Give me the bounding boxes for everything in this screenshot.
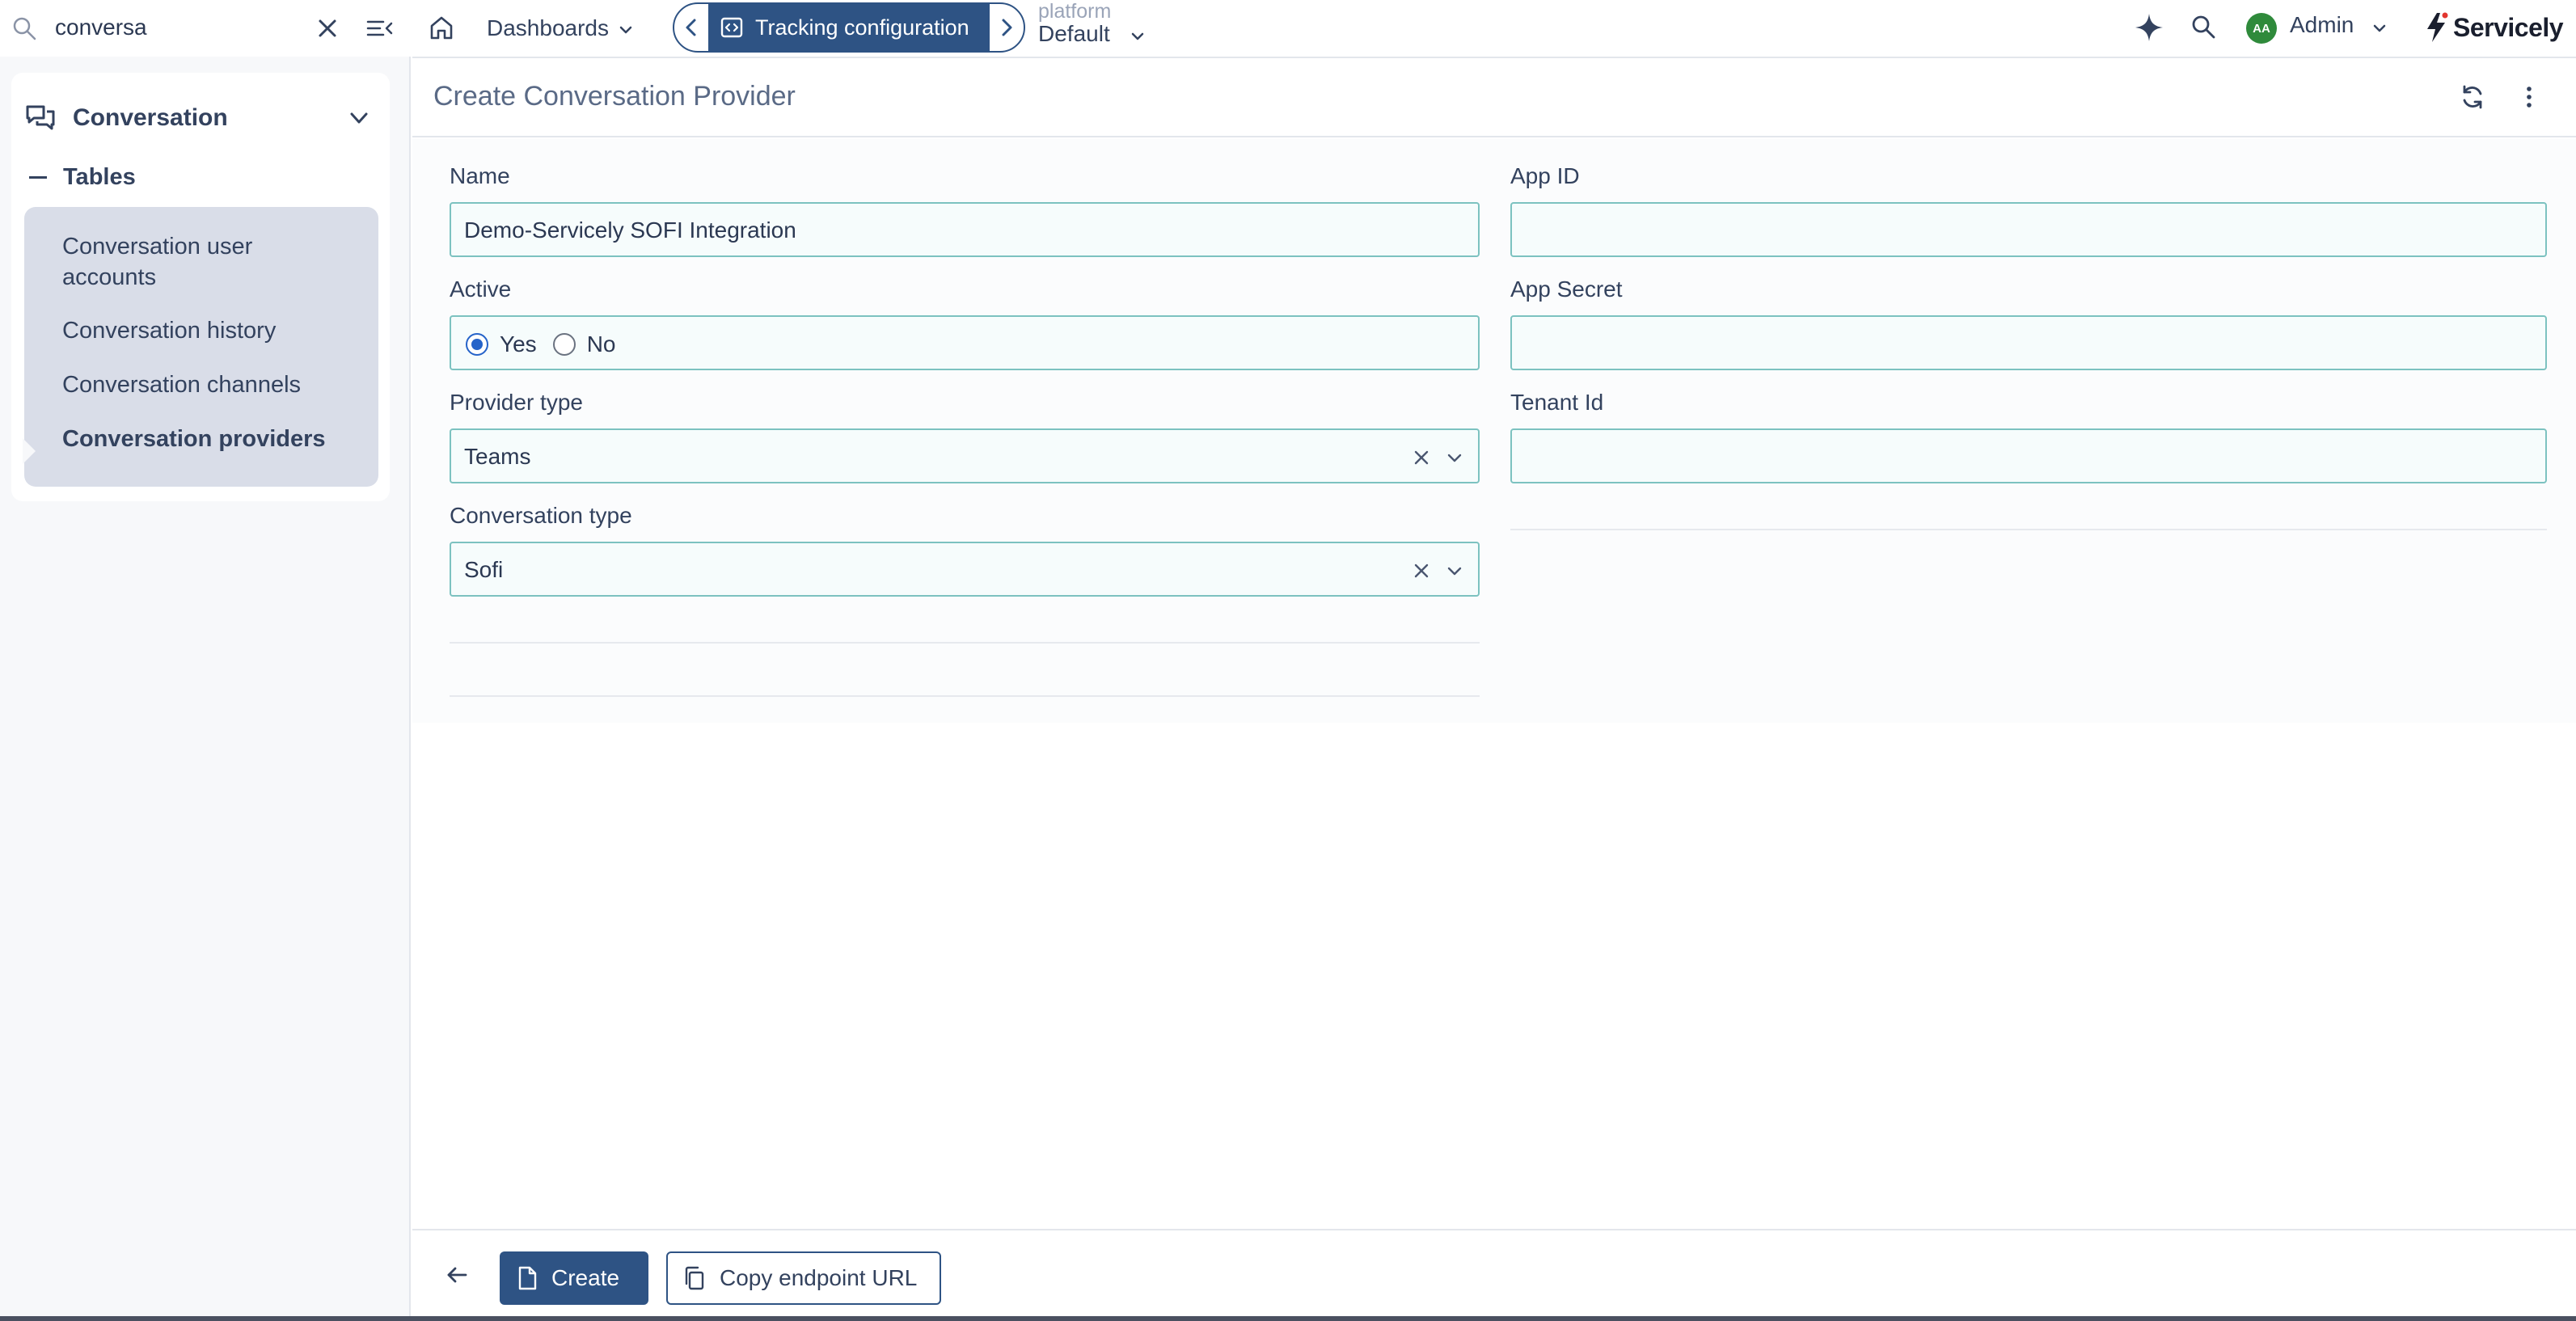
servicely-logo[interactable]: Servicely (2422, 10, 2564, 45)
create-button-label: Create (551, 1265, 620, 1290)
tracking-configuration-switcher: Tracking configuration (673, 2, 1025, 53)
sidebar-group-label: Conversation (73, 104, 228, 131)
collapse-menu-icon[interactable] (365, 15, 395, 42)
page-title: Create Conversation Provider (433, 81, 796, 112)
logo-mark-icon (2422, 11, 2450, 44)
platform-value: Default (1038, 21, 1110, 46)
close-icon[interactable] (1412, 561, 1431, 580)
active-item-marker (23, 438, 36, 464)
app-id-field[interactable] (1510, 202, 2547, 257)
app-id-label: App ID (1510, 163, 1580, 188)
sidebar-search-bar: conversa (0, 0, 411, 57)
close-icon[interactable] (314, 15, 341, 42)
dashboards-label: Dashboards (487, 15, 609, 40)
top-bar: Dashboards Tracking configuration platfo… (412, 0, 2576, 58)
refresh-icon[interactable] (2458, 82, 2487, 112)
chevron-left-icon[interactable] (679, 15, 703, 40)
provider-type-value: Teams (464, 444, 531, 469)
copy-endpoint-url-label: Copy endpoint URL (720, 1265, 918, 1290)
chat-icon (24, 102, 57, 134)
collapse-dash-icon (29, 175, 47, 179)
document-icon (516, 1266, 538, 1290)
tenant-id-label: Tenant Id (1510, 390, 1604, 415)
name-field[interactable]: Demo-Servicely SOFI Integration (450, 202, 1480, 257)
chevron-right-icon[interactable] (995, 15, 1019, 40)
sidebar-item-conversation-user-accounts[interactable]: Conversation user accounts (62, 231, 321, 293)
platform-label: platform (1038, 0, 1112, 23)
sidebar: conversa Conversation Tables Conversatio… (0, 0, 411, 1321)
chevron-down-icon[interactable] (2371, 19, 2388, 37)
create-button[interactable]: Create (500, 1251, 648, 1305)
copy-icon (682, 1266, 707, 1290)
search-icon (11, 15, 37, 41)
copy-endpoint-url-button[interactable]: Copy endpoint URL (666, 1251, 941, 1305)
sidebar-item-conversation-providers[interactable]: Conversation providers (62, 424, 326, 454)
sidebar-search-input[interactable]: conversa (55, 11, 147, 44)
section-divider (1510, 529, 2547, 530)
page-header: Create Conversation Provider (412, 58, 2576, 137)
sidebar-tables-header[interactable]: Tables (29, 157, 136, 197)
conversation-type-label: Conversation type (450, 503, 632, 528)
conversation-type-select[interactable]: Sofi (450, 542, 1480, 597)
arrow-left-icon[interactable] (443, 1261, 471, 1289)
avatar[interactable]: AA (2246, 13, 2277, 44)
sidebar-item-conversation-channels[interactable]: Conversation channels (62, 369, 301, 400)
section-divider (450, 695, 1480, 697)
dashboards-menu[interactable]: Dashboards (487, 11, 635, 45)
app-secret-field[interactable] (1510, 315, 2547, 370)
active-yes-radio[interactable] (466, 333, 488, 356)
tenant-id-field[interactable] (1510, 428, 2547, 483)
chevron-down-icon (617, 21, 635, 39)
chevron-down-icon[interactable] (1444, 448, 1465, 467)
form-footer: Create Copy endpoint URL (412, 1229, 2576, 1318)
user-menu-label[interactable]: Admin (2290, 12, 2354, 38)
provider-type-label: Provider type (450, 390, 583, 415)
active-no-radio[interactable] (552, 333, 576, 356)
logo-text: Servicely (2453, 12, 2564, 42)
search-icon[interactable] (2190, 13, 2217, 40)
platform-selector[interactable]: platform Default (1038, 0, 1168, 57)
more-vertical-icon[interactable] (2515, 82, 2544, 112)
tracking-configuration-label: Tracking configuration (755, 15, 969, 40)
section-divider (450, 642, 1480, 644)
active-no-label[interactable]: No (587, 331, 616, 357)
sidebar-table-list: Conversation user accounts Conversation … (23, 207, 378, 487)
active-field: Yes No (450, 315, 1480, 370)
home-icon[interactable] (427, 13, 456, 42)
chevron-down-icon[interactable] (346, 105, 372, 131)
app-secret-label: App Secret (1510, 276, 1623, 302)
code-icon (720, 15, 744, 40)
sidebar-group-conversation[interactable]: Conversation (24, 95, 380, 141)
close-icon[interactable] (1412, 448, 1431, 467)
tracking-configuration-button[interactable]: Tracking configuration (708, 4, 990, 51)
active-radio-group: Yes No (466, 330, 631, 359)
active-label: Active (450, 276, 512, 302)
name-value: Demo-Servicely SOFI Integration (464, 217, 796, 243)
sidebar-tables-label: Tables (63, 163, 136, 190)
window-bottom-edge (0, 1316, 2576, 1321)
conversation-type-value: Sofi (464, 557, 504, 582)
name-label: Name (450, 163, 510, 188)
create-provider-form: Name Demo-Servicely SOFI Integration Act… (412, 139, 2576, 723)
provider-type-select[interactable]: Teams (450, 428, 1480, 483)
chevron-down-icon (1129, 27, 1147, 45)
active-yes-label[interactable]: Yes (500, 331, 537, 357)
sidebar-item-conversation-history[interactable]: Conversation history (62, 315, 276, 346)
sparkle-icon[interactable] (2133, 11, 2165, 44)
chevron-down-icon[interactable] (1444, 561, 1465, 580)
sidebar-nav-card: Conversation Tables Conversation user ac… (11, 73, 390, 501)
